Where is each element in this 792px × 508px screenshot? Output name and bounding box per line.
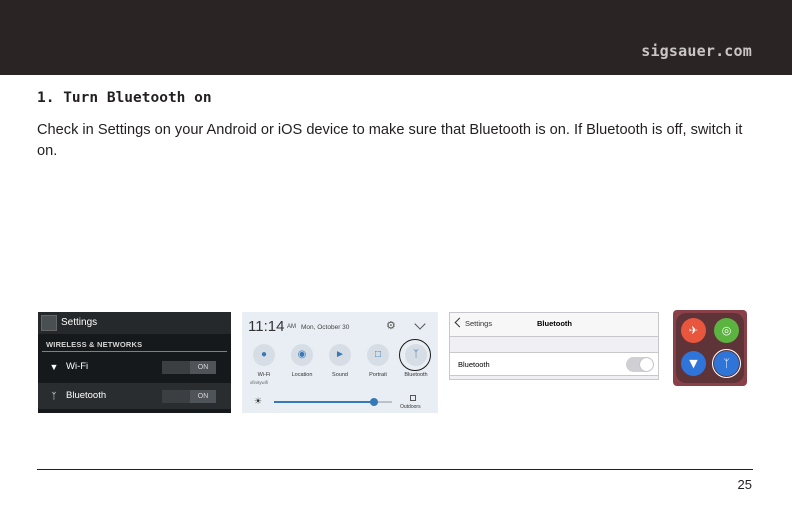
settings-app-icon — [41, 315, 57, 331]
site-url: sigsauer.com — [641, 42, 752, 60]
chevron-down-icon — [414, 318, 426, 330]
bluetooth-highlight-ring — [399, 339, 431, 371]
location-icon: ◉ — [291, 344, 313, 366]
back-chevron-icon — [454, 317, 465, 328]
sound-icon: ► — [329, 344, 351, 366]
control-center-panel: ✈ ◎ ▼ ᛉ — [676, 313, 744, 383]
gear-icon: ⚙ — [386, 320, 396, 332]
tile-label-location: Location — [291, 372, 313, 378]
switch-knob — [640, 358, 653, 371]
airplane-icon: ✈ — [681, 318, 706, 343]
outdoors-label: Outdoors — [400, 404, 421, 410]
ios-nav-title: Bluetooth — [537, 319, 572, 328]
bluetooth-toggle: ON — [162, 390, 216, 403]
brightness-fill — [274, 401, 374, 403]
control-center-screenshot: ✈ ◎ ▼ ᛉ — [673, 310, 747, 386]
wifi-toggle: ON — [162, 361, 216, 374]
clock-ampm: AM — [287, 324, 296, 330]
quick-panel-screenshot: 11:14 AM Mon, October 30 ⚙ ● ◉ ► □ ᛉ Wi-… — [242, 312, 438, 413]
header-bar: sigsauer.com — [0, 0, 792, 75]
portrait-lock-icon: □ — [367, 344, 389, 366]
cellular-icon: ◎ — [714, 318, 739, 343]
footer-rule — [37, 469, 753, 470]
tile-label-portrait: Portrait — [369, 372, 387, 378]
back-label: Settings — [465, 319, 493, 328]
page-number: 25 — [737, 477, 752, 492]
bluetooth-icon: ᛉ — [51, 391, 57, 401]
tile-label-bluetooth: Bluetooth — [404, 372, 428, 378]
clock-date: Mon, October 30 — [301, 324, 350, 331]
brightness-slider — [274, 398, 392, 406]
wifi-toggle-state: ON — [190, 361, 216, 374]
android-settings-title: Settings — [61, 317, 98, 328]
bluetooth-toggle-state: ON — [190, 390, 216, 403]
ios-bluetooth-switch — [626, 357, 654, 372]
tile-label-wifi: Wi-Fi — [257, 372, 271, 378]
android-settings-screenshot: Settings WIRELESS & NETWORKS ▼ Wi-Fi ON … — [38, 312, 231, 413]
section-body: Check in Settings on your Android or iOS… — [37, 122, 743, 159]
section-divider — [42, 351, 227, 352]
wifi-row-label: Wi-Fi — [66, 361, 89, 372]
bluetooth-highlight-ring — [712, 349, 741, 378]
wifi-row: ▼ Wi-Fi ON — [38, 354, 231, 380]
brightness-knob — [370, 398, 378, 406]
ios-nav-bar: Settings Bluetooth — [450, 313, 658, 337]
wifi-network-name: xfinitywifi — [250, 380, 269, 385]
section-heading: 1. Turn Bluetooth on — [37, 90, 212, 106]
bluetooth-row-label: Bluetooth — [66, 390, 107, 401]
wifi-icon: ▼ — [681, 351, 706, 376]
tile-label-sound: Sound — [332, 372, 348, 378]
wireless-networks-label: WIRELESS & NETWORKS — [46, 340, 143, 349]
wifi-icon: ▼ — [49, 362, 59, 372]
outdoors-checkbox — [410, 395, 416, 401]
android-settings-header: Settings — [38, 312, 231, 334]
ios-bluetooth-screenshot: Settings Bluetooth Bluetooth — [449, 312, 659, 380]
ios-bluetooth-row: Bluetooth — [450, 352, 658, 376]
clock-time: 11:14 — [248, 318, 285, 335]
bluetooth-row: ᛉ Bluetooth ON — [38, 383, 231, 409]
brightness-icon: ☀ — [254, 396, 263, 406]
wifi-icon: ● — [253, 344, 275, 366]
ios-bluetooth-row-label: Bluetooth — [458, 360, 490, 369]
